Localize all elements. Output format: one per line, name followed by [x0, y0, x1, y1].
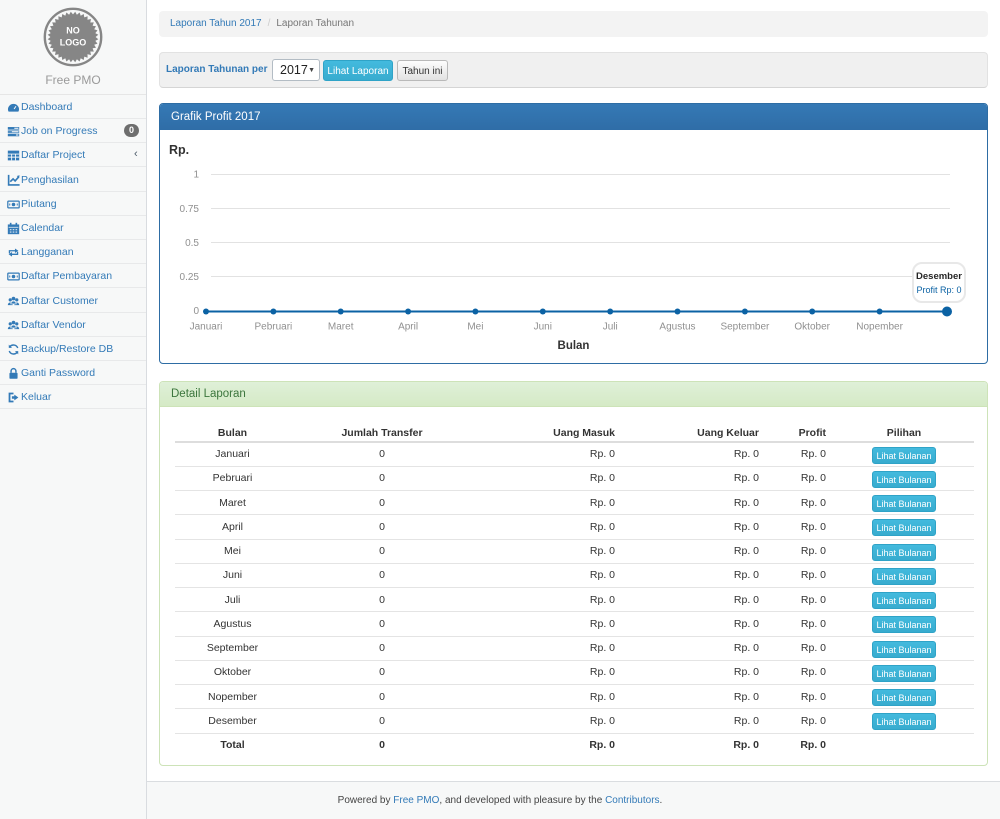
svg-text:0: 0: [193, 306, 199, 317]
svg-text:NO: NO: [66, 26, 80, 36]
svg-text:LOGO: LOGO: [60, 38, 87, 48]
svg-text:Juli: Juli: [603, 322, 618, 333]
svg-text:Juni: Juni: [534, 322, 552, 333]
svg-text:Oktober: Oktober: [794, 322, 830, 333]
svg-text:Rp.: Rp.: [169, 143, 189, 157]
svg-text:Mei: Mei: [467, 322, 483, 333]
svg-text:Nopember: Nopember: [856, 322, 903, 333]
svg-text:Januari: Januari: [190, 322, 223, 333]
svg-text:0.5: 0.5: [185, 238, 199, 249]
svg-text:September: September: [720, 322, 770, 333]
svg-text:1: 1: [193, 170, 199, 181]
svg-text:0.75: 0.75: [180, 204, 200, 215]
svg-text:0.25: 0.25: [180, 272, 200, 283]
svg-text:April: April: [398, 322, 418, 333]
svg-text:Maret: Maret: [328, 322, 354, 333]
svg-text:Agustus: Agustus: [659, 322, 695, 333]
svg-text:Pebruari: Pebruari: [254, 322, 292, 333]
